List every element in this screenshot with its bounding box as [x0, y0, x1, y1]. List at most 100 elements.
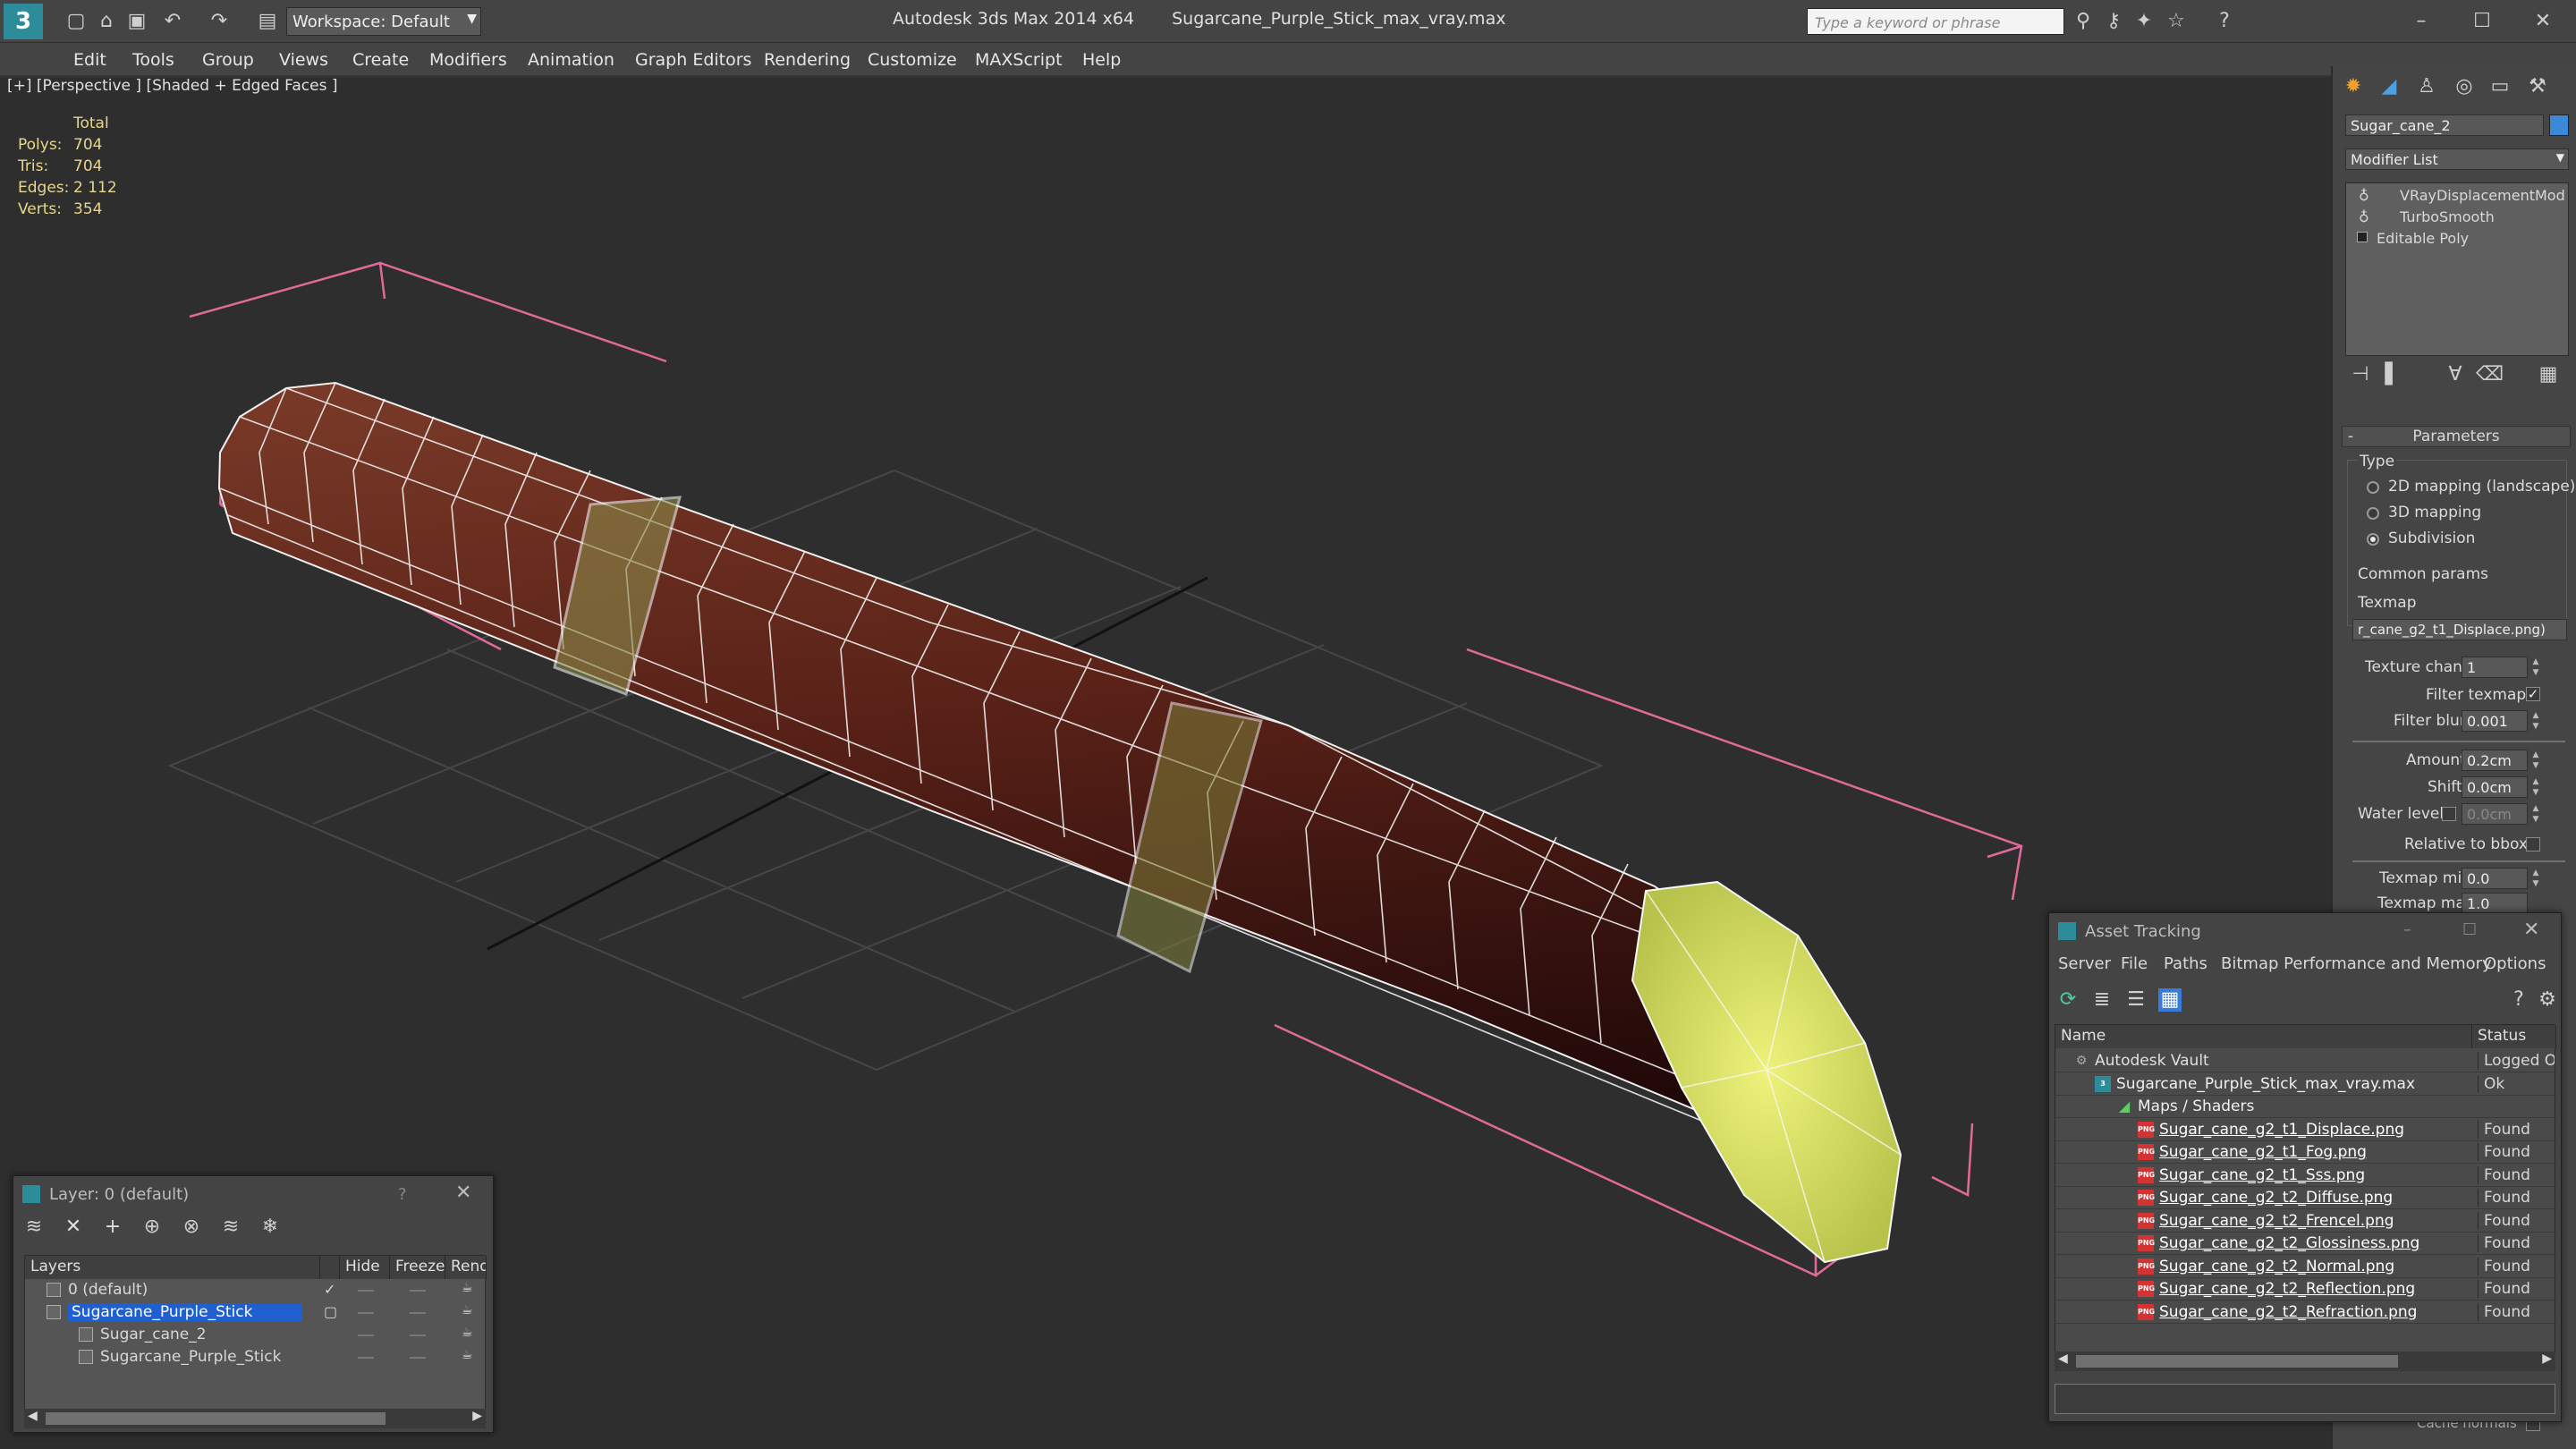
asset-hscrollbar[interactable]: ◀ ▶ [2055, 1352, 2555, 1371]
asset-menu-file[interactable]: File [2121, 954, 2148, 973]
render-teapot-icon[interactable]: ☕ [462, 1281, 473, 1295]
asset-path-field[interactable] [2055, 1384, 2555, 1414]
asset-menu-bitmap[interactable]: Bitmap Performance and Memory [2221, 954, 2492, 973]
close-icon[interactable]: ✕ [2523, 919, 2539, 941]
menu-edit[interactable]: Edit [73, 50, 106, 70]
texmap-min-field[interactable]: 0.0 [2462, 868, 2528, 889]
utilities-tab-icon[interactable]: ⚒ [2526, 75, 2549, 98]
layer-row[interactable]: 0 (default) ✓ ☕ [25, 1279, 487, 1301]
asset-row[interactable]: 3 Sugarcane_Purple_Stick_max_vray.max Ok [2055, 1073, 2556, 1096]
expand-icon[interactable] [2357, 232, 2368, 242]
asset-row[interactable]: PNG Sugar_cane_g2_t2_Diffuse.png Found [2055, 1187, 2556, 1209]
show-end-result-icon[interactable]: ▌ [2381, 363, 2404, 386]
hide-all-icon[interactable]: ≋ [219, 1216, 242, 1239]
create-tab-icon[interactable]: ✹ [2342, 75, 2365, 98]
list-view-icon[interactable]: ≣ [2090, 988, 2114, 1012]
menu-maxscript[interactable]: MAXScript [975, 50, 1063, 70]
search-input[interactable]: Type a keyword or phrase [1807, 8, 2064, 35]
binoculars-icon[interactable]: ⚲ [2072, 10, 2095, 33]
texmap-max-field[interactable]: 1.0 [2462, 893, 2528, 914]
shift-field[interactable]: 0.0cm [2462, 776, 2528, 798]
menu-customize[interactable]: Customize [868, 50, 957, 70]
highlight-layer-icon[interactable]: ⊗ [180, 1216, 203, 1239]
asset-row[interactable]: PNG Sugar_cane_g2_t1_Sss.png Found [2055, 1165, 2556, 1187]
toggle-dash[interactable] [410, 1335, 426, 1336]
toggle-dash[interactable] [358, 1357, 374, 1359]
hierarchy-tab-icon[interactable]: ♙ [2415, 75, 2438, 98]
water-level-field[interactable]: 0.0cm [2462, 803, 2528, 825]
tools-icon[interactable]: ✦ [2132, 10, 2156, 33]
col-freeze[interactable]: Freeze [390, 1256, 445, 1279]
spinner-icon[interactable]: ▲ ▼ [2531, 710, 2540, 732]
asset-row[interactable]: ◢ Maps / Shaders [2055, 1096, 2556, 1118]
spinner-icon[interactable]: ▲ ▼ [2531, 776, 2540, 798]
asset-window-titlebar[interactable]: Asset Tracking – ☐ ✕ [2049, 913, 2561, 949]
menu-help[interactable]: Help [1082, 50, 1121, 70]
object-name-field[interactable]: Sugar_cane_2 [2345, 114, 2544, 136]
texmap-button[interactable]: r_cane_g2_t1_Displace.png) [2352, 619, 2567, 640]
minimize-icon[interactable]: – [2403, 920, 2411, 939]
amount-field[interactable]: 0.2cm [2462, 750, 2528, 771]
spinner-icon[interactable]: ▲ ▼ [2531, 868, 2540, 889]
menu-graph-editors[interactable]: Graph Editors [635, 50, 751, 70]
app-logo-icon[interactable]: 3 [4, 4, 43, 39]
asset-row[interactable]: PNG Sugar_cane_g2_t1_Displace.png Found [2055, 1119, 2556, 1141]
workspace-dropdown[interactable]: Workspace: Default ▼ [286, 7, 481, 36]
parameters-rollout-header[interactable]: - Parameters [2342, 426, 2571, 447]
asset-row[interactable]: PNG Sugar_cane_g2_t2_Glossiness.png Found [2055, 1233, 2556, 1255]
layer-window-titlebar[interactable]: Layer: 0 (default) ? ✕ [13, 1176, 493, 1212]
col-layers[interactable]: Layers [25, 1256, 320, 1279]
table-view-icon[interactable]: ▦ [2158, 988, 2182, 1012]
checkmark-icon[interactable]: ✓ [324, 1281, 335, 1298]
relative-bbox-checkbox[interactable] [2526, 837, 2540, 852]
layer-create-icon[interactable]: ≋ [22, 1216, 46, 1239]
help-icon[interactable]: ? [398, 1185, 407, 1204]
menu-animation[interactable]: Animation [528, 50, 614, 70]
menu-create[interactable]: Create [352, 50, 409, 70]
water-level-checkbox[interactable] [2442, 807, 2456, 821]
menu-tools[interactable]: Tools [132, 50, 174, 70]
delete-icon[interactable]: ✕ [62, 1216, 85, 1239]
open-file-icon[interactable]: ⌂ [95, 10, 118, 33]
col-status[interactable]: Status [2472, 1025, 2556, 1048]
modify-tab-icon[interactable]: ◢ [2377, 75, 2401, 98]
filter-blur-field[interactable]: 0.001 [2462, 710, 2528, 732]
minimize-icon[interactable]: – [2410, 10, 2433, 33]
modifier-list-dropdown[interactable]: Modifier List ▼ [2345, 148, 2569, 170]
asset-menu-paths[interactable]: Paths [2164, 954, 2207, 973]
spinner-icon[interactable]: ▲ ▼ [2531, 803, 2540, 825]
layer-hscrollbar[interactable]: ◀ ▶ [24, 1409, 486, 1428]
select-objects-icon[interactable]: ⊕ [140, 1216, 164, 1239]
menu-views[interactable]: Views [279, 50, 328, 70]
radio-subdivision[interactable] [2367, 533, 2379, 546]
stack-item-editable-poly[interactable]: Editable Poly [2346, 228, 2568, 250]
maximize-icon[interactable]: ☐ [2462, 920, 2477, 939]
toggle-dash[interactable] [410, 1290, 426, 1292]
asset-menu-server[interactable]: Server [2058, 954, 2111, 973]
toggle-dash[interactable] [358, 1335, 374, 1336]
refresh-icon[interactable]: ⟳ [2056, 988, 2080, 1012]
radio-2d-mapping[interactable] [2367, 481, 2379, 494]
layer-row[interactable]: Sugar_cane_2 ☕ [25, 1324, 487, 1346]
menu-modifiers[interactable]: Modifiers [429, 50, 507, 70]
configure-sets-icon[interactable]: ▦ [2537, 363, 2560, 386]
asset-row[interactable]: PNG Sugar_cane_g2_t2_Frencel.png Found [2055, 1210, 2556, 1233]
menu-group[interactable]: Group [202, 50, 254, 70]
asset-row[interactable]: PNG Sugar_cane_g2_t2_Reflection.png Found [2055, 1278, 2556, 1301]
current-layer-box-icon[interactable]: ▢ [324, 1303, 337, 1320]
toggle-dash[interactable] [358, 1290, 374, 1292]
motion-tab-icon[interactable]: ◎ [2453, 75, 2476, 98]
asset-menu-options[interactable]: Options [2484, 954, 2546, 973]
make-unique-icon[interactable]: ∀ [2444, 363, 2467, 386]
spinner-icon[interactable]: ▲ ▼ [2531, 657, 2540, 678]
toggle-dash[interactable] [410, 1312, 426, 1314]
help-icon[interactable]: ? [2507, 988, 2530, 1012]
col-render[interactable]: Rend [445, 1256, 487, 1279]
asset-row[interactable]: PNG Sugar_cane_g2_t1_Fog.png Found [2055, 1141, 2556, 1164]
redo-icon[interactable]: ↷ [208, 10, 231, 33]
new-file-icon[interactable]: ▢ [64, 10, 88, 33]
stack-item-vray-displacement[interactable]: ♁ VRayDisplacementMod [2346, 185, 2568, 207]
modifier-stack[interactable]: ♁ VRayDisplacementMod ♁ TurboSmooth Editab… [2345, 182, 2569, 356]
col-name[interactable]: Name [2055, 1025, 2472, 1048]
maximize-icon[interactable]: ☐ [2470, 10, 2494, 33]
